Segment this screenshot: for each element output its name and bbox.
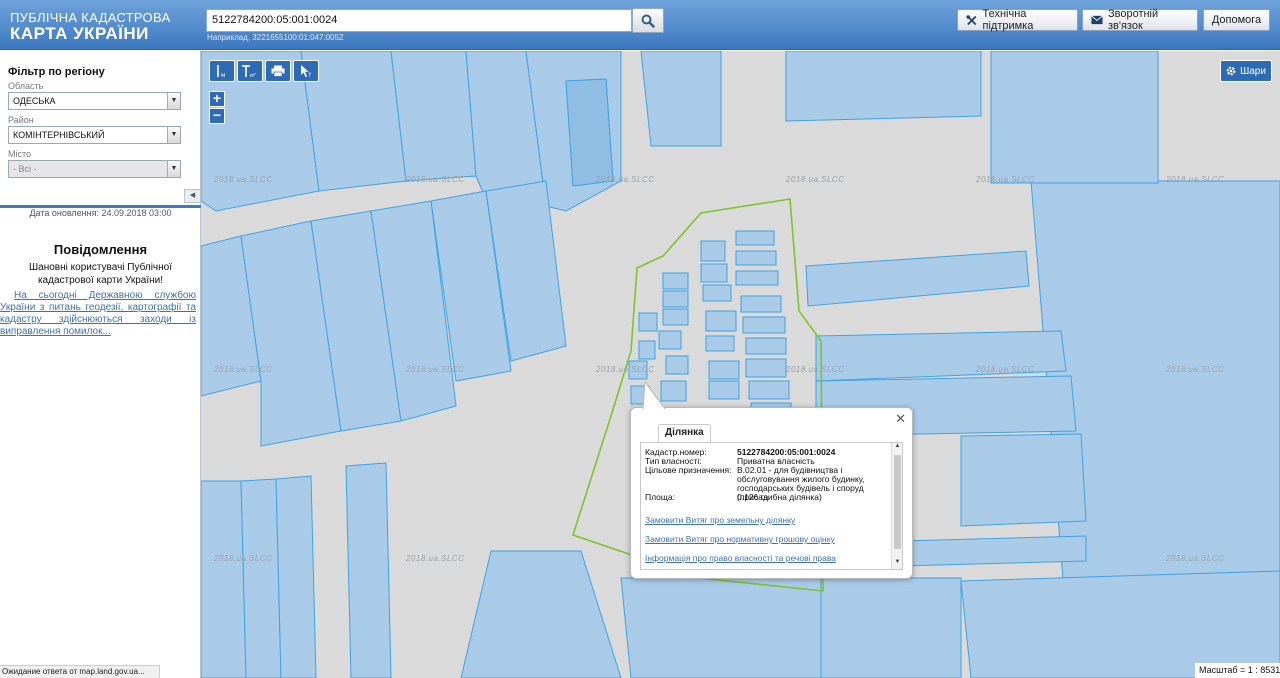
search-input[interactable]: 5122784200:05:001:0024 <box>206 9 632 32</box>
watermark: 2018.ua.SLCC <box>786 365 845 374</box>
close-icon[interactable]: ✕ <box>895 411 906 427</box>
ruler-icon: м <box>217 65 226 78</box>
notice-title: Повідомлення <box>53 242 148 257</box>
svg-text:м²: м² <box>250 73 256 78</box>
search-icon <box>641 14 655 28</box>
gear-icon <box>1226 66 1236 76</box>
identify-button[interactable]: ? <box>293 60 319 82</box>
watermark: 2018.ua.SLCC <box>214 175 273 184</box>
oblast-select[interactable]: ОДЕСЬКА ▼ <box>8 92 181 110</box>
row-key: Цільове призначення: <box>645 465 732 475</box>
watermark: 2018.ua.SLCC <box>596 365 655 374</box>
status-bar: Ожидание ответа от map.land.gov.ua... <box>0 665 160 678</box>
filter-title: Фільтр по регіону <box>8 66 105 78</box>
notice-text: Шановні користувачі Публічної кадастрово… <box>29 262 172 286</box>
chevron-down-icon: ▼ <box>167 127 180 143</box>
watermark: 2018.ua.SLCC <box>976 365 1035 374</box>
map-canvas[interactable]: 2018.ua.SLCC 2018.ua.SLCC 2018.ua.SLCC 2… <box>201 51 1280 678</box>
tools-icon <box>966 14 977 25</box>
update-date: Дата оновлення: 24.09.2018 03:00 <box>29 208 172 218</box>
scale-indicator: Масштаб = 1 : 8531 <box>1195 663 1280 678</box>
popup-pointer <box>642 382 666 409</box>
parcel-layer[interactable] <box>201 51 1280 678</box>
feedback-button[interactable]: Зворотній зв'язок <box>1082 8 1198 32</box>
header: ПУБЛІЧНА КАДАСТРОВА КАРТА УКРАЇНИ 512278… <box>0 0 1280 50</box>
chevron-down-icon: ▼ <box>167 161 180 177</box>
zoom-in-button[interactable]: + <box>209 91 225 107</box>
scroll-down-icon[interactable]: ▼ <box>892 559 902 569</box>
scroll-thumb[interactable] <box>894 455 901 549</box>
oblast-value: ОДЕСЬКА <box>13 96 56 106</box>
watermark: 2018.ua.SLCC <box>406 365 465 374</box>
printer-icon <box>271 65 285 77</box>
watermark: 2018.ua.SLCC <box>1166 554 1225 563</box>
cursor-help-icon: ? <box>301 65 311 78</box>
collapse-sidebar-button[interactable]: ◀ <box>184 189 201 203</box>
order-extract-link[interactable]: Замовити Витяг про земельну ділянку <box>645 515 795 525</box>
help-label: Допомога <box>1211 14 1262 26</box>
watermark: 2018.ua.SLCC <box>406 554 465 563</box>
watermark: 2018.ua.SLCC <box>214 554 273 563</box>
misto-select[interactable]: - Всі - ▼ <box>8 160 181 178</box>
oblast-label: Область <box>8 81 44 91</box>
misto-value: - Всі - <box>13 164 37 174</box>
popup-body: Кадастр.номер: 5122784200:05:001:0024 Тип… <box>640 442 903 570</box>
site-logo[interactable]: ПУБЛІЧНА КАДАСТРОВА КАРТА УКРАЇНИ <box>10 11 170 42</box>
search-button[interactable] <box>632 8 664 33</box>
parcel-info-popup: ✕ Ділянка Кадастр.номер: 5122784200:05:00… <box>630 382 913 579</box>
misto-label: Місто <box>8 149 32 159</box>
chevron-down-icon: ▼ <box>167 93 180 109</box>
watermark: 2018.ua.SLCC <box>786 175 845 184</box>
help-button[interactable]: Допомога <box>1203 9 1270 31</box>
layers-button[interactable]: Шари <box>1220 60 1272 82</box>
watermark: 2018.ua.SLCC <box>214 365 273 374</box>
sidebar: Фільтр по регіону Область ОДЕСЬКА ▼ Райо… <box>0 51 201 678</box>
support-label: Технічна підтримка <box>982 8 1034 32</box>
measure-area-button[interactable]: м² <box>237 60 263 82</box>
order-valuation-link[interactable]: Замовити Витяг про нормативну грошову оц… <box>645 534 835 544</box>
print-button[interactable] <box>265 60 291 82</box>
zoom-out-button[interactable]: − <box>209 108 225 124</box>
notice-link[interactable]: На сьогодні Державною службою України з … <box>0 290 196 338</box>
row-value: 0.126 га <box>737 492 769 502</box>
watermark: 2018.ua.SLCC <box>1166 365 1225 374</box>
ownership-info-link[interactable]: Інформація про право власності та речові… <box>645 553 836 563</box>
rayon-value: КОМІНТЕРНІВСЬКИЙ <box>13 130 105 140</box>
tab-parcel[interactable]: Ділянка <box>658 424 711 443</box>
popup-scrollbar[interactable]: ▲ ▼ <box>891 443 902 569</box>
rayon-select[interactable]: КОМІНТЕРНІВСЬКИЙ ▼ <box>8 126 181 144</box>
support-button[interactable]: Технічна підтримка <box>957 8 1078 32</box>
watermark: 2018.ua.SLCC <box>1166 175 1225 184</box>
watermark: 2018.ua.SLCC <box>976 175 1035 184</box>
rayon-label: Район <box>8 115 34 125</box>
row-area: Площа: 0.126 га <box>645 493 887 502</box>
watermark: 2018.ua.SLCC <box>596 175 655 184</box>
scroll-up-icon[interactable]: ▲ <box>892 443 902 453</box>
search-hint: Наприклад, 3221655100:01:047:0052 <box>207 33 344 42</box>
logo-line1: ПУБЛІЧНА КАДАСТРОВА <box>10 10 171 25</box>
watermark: 2018.ua.SLCC <box>406 175 465 184</box>
svg-text:м: м <box>221 72 226 78</box>
envelope-icon <box>1091 15 1103 25</box>
layers-label: Шари <box>1240 65 1266 77</box>
feedback-label: Зворотній зв'язок <box>1107 8 1159 32</box>
logo-line2: КАРТА УКРАЇНИ <box>10 24 149 43</box>
row-key: Площа: <box>645 492 675 502</box>
svg-text:?: ? <box>308 72 311 78</box>
measure-distance-button[interactable]: м <box>209 60 235 82</box>
area-icon: м² <box>242 65 256 78</box>
